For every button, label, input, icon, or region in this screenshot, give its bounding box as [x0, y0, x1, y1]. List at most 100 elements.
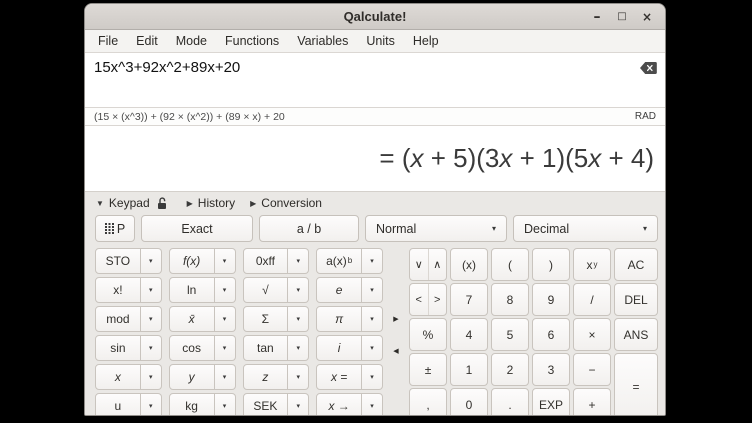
key-digit-8[interactable]: 8	[491, 283, 529, 316]
number-base-dropdown[interactable]: Decimal ▾	[513, 215, 658, 242]
key-ac[interactable]: AC	[614, 248, 658, 281]
key-var-x-menu[interactable]: ▾	[141, 364, 162, 390]
key-digit-4[interactable]: 4	[450, 318, 488, 351]
menu-file[interactable]: File	[89, 32, 127, 50]
key-scroll-down[interactable]: ∨	[410, 249, 429, 280]
key-factorial-menu[interactable]: ▾	[141, 277, 162, 303]
key-pi[interactable]: π	[316, 306, 362, 332]
key-equals[interactable]: =	[614, 353, 658, 416]
key-fx-menu[interactable]: ▾	[215, 248, 236, 274]
key-mean[interactable]: x̄	[169, 306, 215, 332]
key-close-paren[interactable]: )	[532, 248, 570, 281]
key-i[interactable]: i	[316, 335, 362, 361]
key-mod[interactable]: mod	[95, 306, 141, 332]
key-cursor-left[interactable]: <	[410, 284, 429, 315]
key-divide[interactable]: /	[573, 283, 611, 316]
key-sin-menu[interactable]: ▾	[141, 335, 162, 361]
key-unit-u[interactable]: u	[95, 393, 141, 416]
key-minus[interactable]: −	[573, 353, 611, 386]
key-power[interactable]: xy	[573, 248, 611, 281]
key-solve[interactable]: x =	[316, 364, 362, 390]
key-pi-menu[interactable]: ▾	[362, 306, 383, 332]
key-e-menu[interactable]: ▾	[362, 277, 383, 303]
key-tan-menu[interactable]: ▾	[288, 335, 309, 361]
menu-functions[interactable]: Functions	[216, 32, 288, 50]
key-digit-3[interactable]: 3	[532, 353, 570, 386]
key-tan[interactable]: tan	[243, 335, 289, 361]
key-digit-1[interactable]: 1	[450, 353, 488, 386]
minimize-button[interactable]: –	[588, 8, 606, 26]
key-ln-menu[interactable]: ▾	[215, 277, 236, 303]
lock-open-icon[interactable]	[157, 197, 168, 210]
key-convert[interactable]: x →	[316, 393, 362, 416]
key-sin[interactable]: sin	[95, 335, 141, 361]
key-e[interactable]: e	[316, 277, 362, 303]
exact-button[interactable]: Exact	[141, 215, 253, 242]
key-i-menu[interactable]: ▾	[362, 335, 383, 361]
key-currency-sek[interactable]: SEK	[243, 393, 289, 416]
key-sum[interactable]: Σ	[243, 306, 289, 332]
history-expander[interactable]: ▶ History	[187, 196, 236, 210]
key-sqrt-menu[interactable]: ▾	[288, 277, 309, 303]
backspace-icon[interactable]	[640, 61, 657, 73]
key-cos-menu[interactable]: ▾	[215, 335, 236, 361]
key-decimal-point[interactable]: .	[491, 388, 529, 416]
expression-input[interactable]: 15x^3+92x^2+89x+20	[85, 53, 665, 107]
key-multiply[interactable]: ×	[573, 318, 611, 351]
key-convert-menu[interactable]: ▾	[362, 393, 383, 416]
key-cursor-right[interactable]: >	[429, 284, 447, 315]
key-ln[interactable]: ln	[169, 277, 215, 303]
key-sum-menu[interactable]: ▾	[288, 306, 309, 332]
key-plusminus[interactable]: ±	[409, 353, 447, 386]
key-digit-0[interactable]: 0	[450, 388, 488, 416]
fraction-button[interactable]: a / b	[259, 215, 359, 242]
key-var-z[interactable]: z	[243, 364, 289, 390]
display-mode-dropdown[interactable]: Normal ▾	[365, 215, 507, 242]
menu-help[interactable]: Help	[404, 32, 448, 50]
key-digit-7[interactable]: 7	[450, 283, 488, 316]
titlebar[interactable]: Qalculate! – □ ×	[85, 4, 665, 30]
keypad-expander[interactable]: ▼ Keypad	[96, 196, 172, 210]
key-scroll-up[interactable]: ∧	[429, 249, 447, 280]
key-mean-menu[interactable]: ▾	[215, 306, 236, 332]
key-plus[interactable]: +	[573, 388, 611, 416]
key-sto[interactable]: STO	[95, 248, 141, 274]
key-unit-u-menu[interactable]: ▾	[141, 393, 162, 416]
key-del[interactable]: DEL	[614, 283, 658, 316]
menu-edit[interactable]: Edit	[127, 32, 167, 50]
menu-mode[interactable]: Mode	[167, 32, 216, 50]
key-axb-menu[interactable]: ▾	[362, 248, 383, 274]
key-factorial[interactable]: x!	[95, 277, 141, 303]
angle-mode-indicator[interactable]: RAD	[635, 111, 656, 122]
key-sto-menu[interactable]: ▾	[141, 248, 162, 274]
key-ans[interactable]: ANS	[614, 318, 658, 351]
maximize-button[interactable]: □	[613, 8, 631, 26]
key-cos[interactable]: cos	[169, 335, 215, 361]
key-unit-kg-menu[interactable]: ▾	[215, 393, 236, 416]
menu-units[interactable]: Units	[357, 32, 403, 50]
key-digit-6[interactable]: 6	[532, 318, 570, 351]
key-comma[interactable]: ,	[409, 388, 447, 416]
key-var-y-menu[interactable]: ▾	[215, 364, 236, 390]
key-fx[interactable]: f(x)	[169, 248, 215, 274]
pager-left-icon[interactable]: ◀	[393, 347, 398, 355]
key-digit-2[interactable]: 2	[491, 353, 529, 386]
key-smart-parens[interactable]: (x)	[450, 248, 488, 281]
key-digit-5[interactable]: 5	[491, 318, 529, 351]
pager-right-icon[interactable]: ▶	[393, 315, 398, 323]
key-exp[interactable]: EXP	[532, 388, 570, 416]
key-hex[interactable]: 0xff	[243, 248, 289, 274]
conversion-expander[interactable]: ▶ Conversion	[250, 196, 322, 210]
key-var-x[interactable]: x	[95, 364, 141, 390]
key-mod-menu[interactable]: ▾	[141, 306, 162, 332]
key-axb[interactable]: a(x)b	[316, 248, 362, 274]
key-unit-kg[interactable]: kg	[169, 393, 215, 416]
menu-variables[interactable]: Variables	[288, 32, 357, 50]
key-var-y[interactable]: y	[169, 364, 215, 390]
key-hex-menu[interactable]: ▾	[288, 248, 309, 274]
key-var-z-menu[interactable]: ▾	[288, 364, 309, 390]
key-currency-sek-menu[interactable]: ▾	[288, 393, 309, 416]
close-button[interactable]: ×	[638, 8, 656, 26]
programming-keypad-button[interactable]: P	[95, 215, 135, 242]
key-percent[interactable]: %	[409, 318, 447, 351]
